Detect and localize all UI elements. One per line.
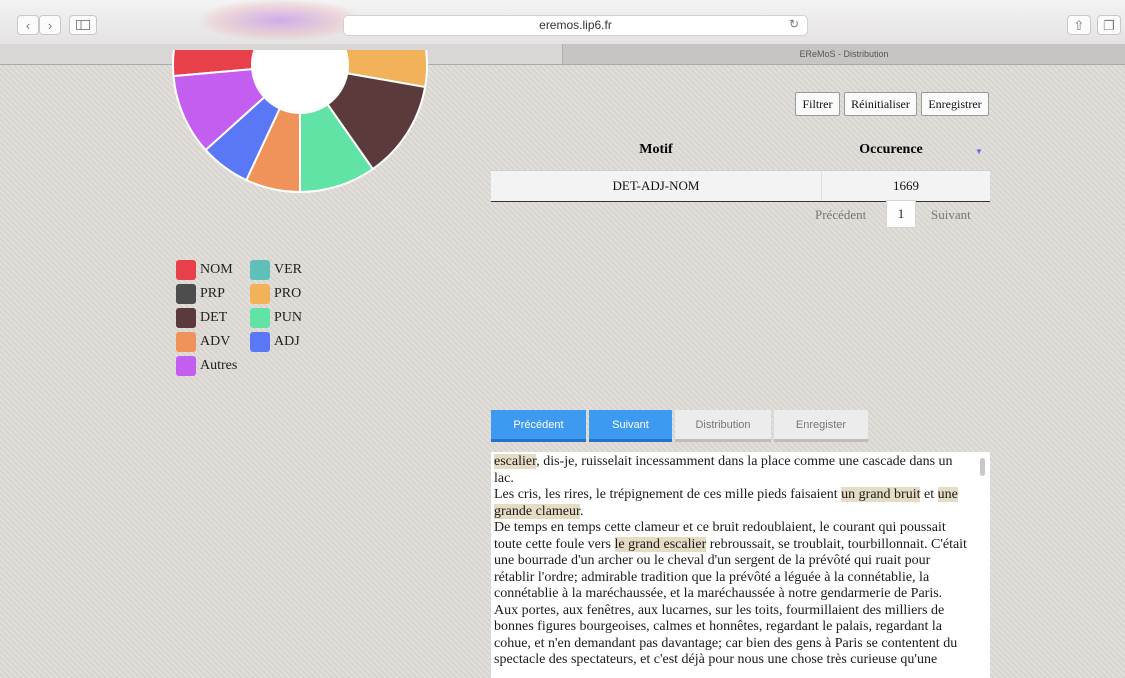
legend-swatch <box>176 308 196 328</box>
legend-swatch <box>250 332 270 352</box>
tab-distribution[interactable]: EReMoS - Distribution <box>563 44 1125 64</box>
text-content: escalier, dis-je, ruisselait incessammen… <box>494 454 972 669</box>
table-row[interactable]: DET-ADJ-NOM 1669 <box>491 170 990 202</box>
legend-swatch <box>176 356 196 376</box>
pager-next[interactable]: Suivant <box>931 207 971 223</box>
reload-icon[interactable]: ↻ <box>789 17 799 31</box>
scrollbar[interactable] <box>980 458 985 476</box>
page-content: NOM VER PRP PRO DET PUN ADV ADJ Autres F… <box>0 50 1125 678</box>
tabs-icon[interactable]: ❐ <box>1097 15 1121 35</box>
tab-strip: EReMoS - Analyse EReMoS - Distribution <box>0 44 1125 65</box>
legend-swatch <box>250 260 270 280</box>
legend-label: VER <box>274 262 302 277</box>
legend-label: PRP <box>200 286 225 301</box>
legend-swatch <box>250 308 270 328</box>
column-header-motif[interactable]: Motif <box>491 135 821 169</box>
cell-occurence: 1669 <box>893 178 919 193</box>
filter-button[interactable]: Filtrer <box>795 92 840 116</box>
legend-swatch <box>250 284 270 304</box>
highlighted-motif[interactable]: un grand bruit <box>841 487 921 502</box>
legend-swatch <box>176 260 196 280</box>
url-bar[interactable]: eremos.lip6.fr <box>343 15 808 36</box>
browser-toolbar: ‹ › eremos.lip6.fr ↻ ⇧ ❐ <box>0 0 1125 45</box>
window-glow <box>200 0 360 40</box>
legend-label: ADV <box>200 334 231 349</box>
share-icon[interactable]: ⇧ <box>1067 15 1091 35</box>
highlighted-motif[interactable]: le grand escalier <box>614 536 707 552</box>
text-fragment: , dis-je, ruisselait incessamment dans l… <box>494 454 953 486</box>
legend-label: NOM <box>200 262 233 277</box>
legend-label: Autres <box>200 358 238 373</box>
legend-label: PRO <box>274 286 302 301</box>
text-fragment: et <box>920 487 938 502</box>
pager-page-number[interactable]: 1 <box>886 200 916 228</box>
legend-swatch <box>176 332 196 352</box>
text-fragment: Les cris, les rires, le trépignement de … <box>494 487 842 502</box>
text-panel[interactable]: escalier, dis-je, ruisselait incessammen… <box>491 452 990 678</box>
legend-label: ADJ <box>274 334 300 349</box>
pos-donut-chart <box>172 50 428 194</box>
sort-down-icon[interactable]: ▼ <box>975 147 983 156</box>
save-button[interactable]: Enregistrer <box>921 92 989 116</box>
legend-label: PUN <box>274 310 303 325</box>
save-text-button[interactable]: Enregister <box>774 410 868 442</box>
pager-previous[interactable]: Précédent <box>815 207 866 223</box>
legend-label: DET <box>200 310 228 325</box>
chevron-right-icon[interactable]: › <box>39 15 61 35</box>
text-fragment: Aux portes, aux fenêtres, aux lucarnes, … <box>494 602 958 668</box>
distribution-button[interactable]: Distribution <box>675 410 771 442</box>
legend-swatch <box>176 284 196 304</box>
reset-button[interactable]: Réinitialiser <box>844 92 917 116</box>
cell-motif: DET-ADJ-NOM <box>612 178 700 193</box>
column-header-occurence[interactable]: Occurence <box>821 135 961 169</box>
highlighted-motif[interactable]: escalier <box>494 454 537 469</box>
text-fragment: . <box>579 503 584 519</box>
chevron-left-icon[interactable]: ‹ <box>17 15 39 35</box>
sidebar-icon[interactable] <box>69 15 97 35</box>
next-button[interactable]: Suivant <box>589 410 672 442</box>
previous-button[interactable]: Précédent <box>491 410 586 442</box>
